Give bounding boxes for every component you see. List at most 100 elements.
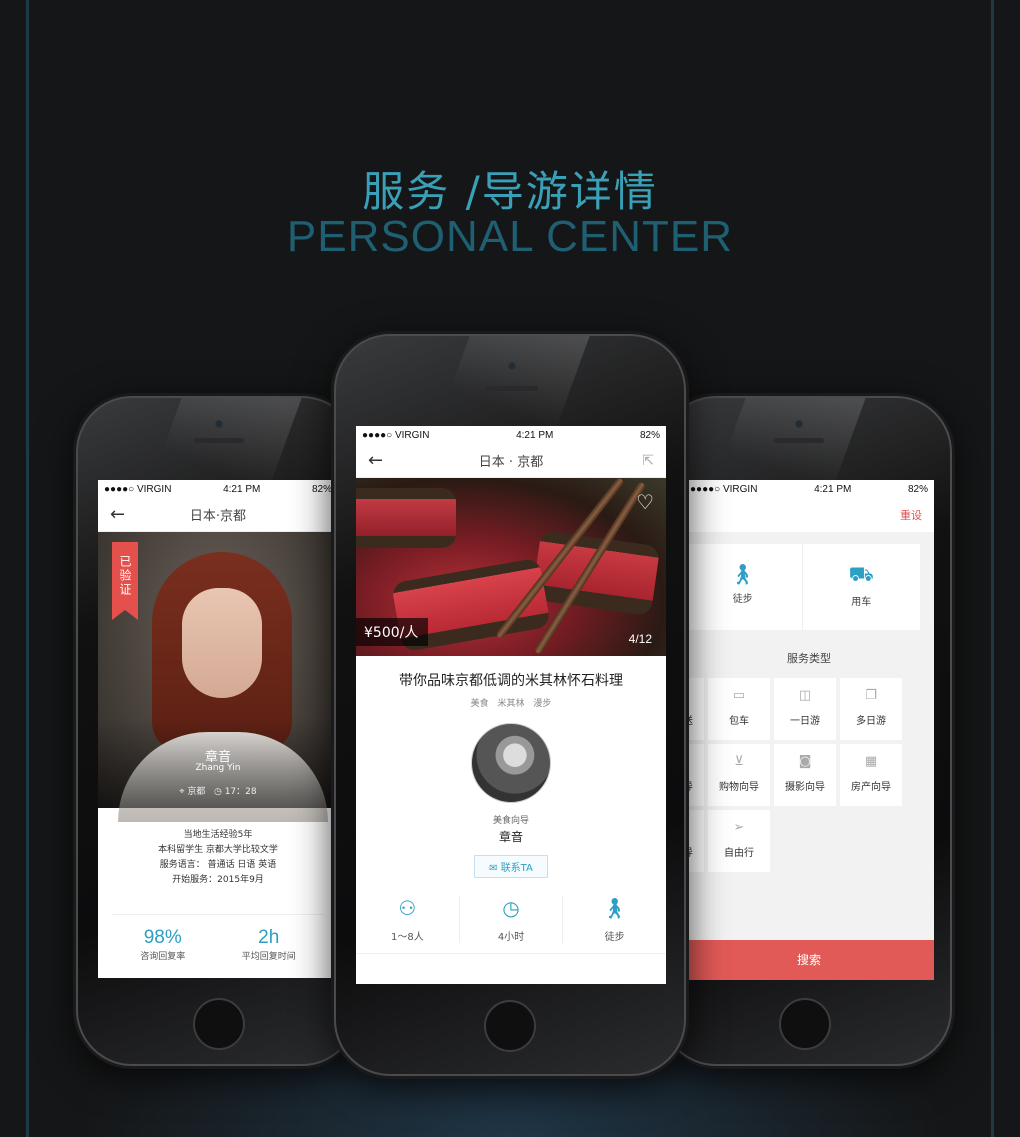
service-type-item[interactable]: ◙ 摄影向导 xyxy=(774,744,836,806)
people-icon: ⚇ xyxy=(398,896,417,920)
page-subtitle: PERSONAL CENTER xyxy=(286,212,734,261)
status-bar: ●●●●○ VIRGIN 4:21 PM 82% xyxy=(684,480,934,498)
avatar[interactable] xyxy=(471,723,551,803)
guide-pinyin: Zhang Yin xyxy=(195,763,241,773)
battery: 82% xyxy=(907,483,928,495)
favorite-heart-icon[interactable]: ♡ xyxy=(636,490,654,514)
tag: 美食 xyxy=(470,699,489,709)
mode-walk[interactable]: 🚶︎ 徒步 xyxy=(684,544,803,630)
bio-line: 服务语言： 普通话 日语 英语 xyxy=(159,860,277,870)
guide-profile-screen: ●●●●○ VIRGIN 4:21 PM 82% ← 日本·京都 已验证 章音 … xyxy=(98,480,338,978)
camera-icon: ◙ xyxy=(798,754,812,769)
bio-line: 本科留学生 京都大学比较文学 xyxy=(158,845,278,855)
food-photo[interactable]: ♡ ¥500/人 4/12 xyxy=(356,478,666,656)
doc-icon: ❐ xyxy=(865,688,877,703)
service-type-item[interactable]: ✈机场接送 xyxy=(684,678,704,740)
phone-left: ●●●●○ VIRGIN 4:21 PM 82% ← 日本·京都 已验证 章音 … xyxy=(76,396,358,1066)
price-tag: ¥500/人 xyxy=(356,618,429,646)
status-bar: ●●●●○ VIRGIN 4:21 PM 82% xyxy=(356,426,666,444)
mode-car[interactable]: ⛟ 用车 xyxy=(803,544,921,630)
section-title: 服务类型 xyxy=(787,652,831,665)
guide-name: 章音 xyxy=(498,830,523,844)
verified-ribbon: 已验证 xyxy=(112,542,138,620)
page-title: 服务 /导游详情 xyxy=(362,167,658,216)
status-time: 4:21 PM xyxy=(223,483,261,495)
service-filter-screen: ●●●●○ VIRGIN 4:21 PM 82% 重设 🚶︎ 徒步 ⛟ 用车 服… xyxy=(684,480,934,980)
carrier: ●●●●○ VIRGIN xyxy=(690,483,758,495)
fact-group-size: ⚇ 1～8人 xyxy=(356,896,460,943)
eye-icon: ◉ xyxy=(684,820,704,838)
service-type-item[interactable]: ▦ 房产向导 xyxy=(840,744,902,806)
mail-icon: ✉ xyxy=(489,863,498,874)
phone-middle: ●●●●○ VIRGIN 4:21 PM 82% ← 日本 · 京都 ⇱ ♡ ¥… xyxy=(334,334,686,1076)
building-icon: ▦ xyxy=(864,754,878,769)
service-type-item[interactable]: ⊻ 购物向导 xyxy=(708,744,770,806)
home-button[interactable] xyxy=(779,998,831,1050)
bio-line: 当地生活经验5年 xyxy=(183,830,253,840)
carrier: ●●●●○ VIRGIN xyxy=(362,429,430,441)
location-pin-icon: ⌖ xyxy=(179,787,185,797)
clock-icon: ◷ xyxy=(502,896,520,920)
speaker xyxy=(194,438,244,443)
contact-button[interactable]: ✉ 联系TA xyxy=(474,855,548,878)
status-time: 4:21 PM xyxy=(814,483,852,495)
service-type-item[interactable]: ◫ 一日游 xyxy=(774,678,836,740)
status-time: 4:21 PM xyxy=(516,429,554,441)
back-arrow-icon[interactable]: ← xyxy=(368,450,383,471)
back-arrow-icon[interactable]: ← xyxy=(110,504,125,525)
filter-topbar: 重设 xyxy=(684,498,934,532)
nav-title: 日本 · 京都 xyxy=(478,455,544,470)
plane-paper-icon: ➢ xyxy=(733,820,745,835)
fact-duration: ◷ 4小时 xyxy=(460,896,564,943)
service-title: 带你品味京都低调的米其林怀石料理 xyxy=(399,673,623,689)
stat-reply-rate: 98% 咨询回复率 xyxy=(140,927,186,962)
camera xyxy=(215,420,223,428)
carrier: ●●●●○ VIRGIN xyxy=(104,483,172,495)
service-type-item[interactable]: ⌓美食向导 xyxy=(684,744,704,806)
tag: 漫步 xyxy=(533,699,552,709)
battery: 82% xyxy=(311,483,332,495)
guide-local-time: 17：28 xyxy=(224,787,257,797)
service-type-grid: ✈机场接送 ▭包车 ◫一日游 ❐多日游 ⌓美食向导 ⊻购物向导 ◙摄影向导 ▦房… xyxy=(684,678,934,872)
guide-role: 美食向导 xyxy=(492,816,529,826)
camera xyxy=(508,362,516,370)
bio-line: 开始服务：2015年9月 xyxy=(172,875,264,885)
service-facts: ⚇ 1～8人 ◷ 4小时 🚶︎ 徒步 xyxy=(356,896,666,954)
bag-icon: ◫ xyxy=(798,688,812,703)
walk-icon: 🚶︎ xyxy=(730,562,756,586)
service-type-item[interactable]: ▭ 包车 xyxy=(708,678,770,740)
tag: 米其林 xyxy=(497,699,525,709)
photo-counter: 4/12 xyxy=(628,632,652,646)
reply-stats: 98% 咨询回复率 2h 平均回复时间 xyxy=(112,914,324,962)
guide-location: 京都 xyxy=(187,787,206,797)
fact-mode: 🚶︎ 徒步 xyxy=(563,896,666,943)
nav-title: 日本·京都 xyxy=(189,509,247,524)
nav-bar: ← 日本 · 京都 ⇱ xyxy=(356,444,666,478)
service-type-item[interactable]: ❐ 多日游 xyxy=(840,678,902,740)
stat-reply-time: 2h 平均回复时间 xyxy=(241,927,296,962)
status-bar: ●●●●○ VIRGIN 4:21 PM 82% xyxy=(98,480,338,498)
guide-photo: 已验证 章音 Zhang Yin ⌖ 京都 ◷ 17：28 xyxy=(98,532,338,822)
speaker xyxy=(486,386,538,391)
dish-icon: ⌓ xyxy=(684,754,704,772)
plane-icon: ✈ xyxy=(684,688,704,706)
nav-bar: ← 日本·京都 xyxy=(98,498,338,532)
service-type-item[interactable]: ➢ 自由行 xyxy=(708,810,770,872)
guide-meta: ⌖ 京都 ◷ 17：28 xyxy=(98,784,338,797)
service-detail-screen: ●●●●○ VIRGIN 4:21 PM 82% ← 日本 · 京都 ⇱ ♡ ¥… xyxy=(356,426,666,984)
cart-icon: ⊻ xyxy=(734,754,744,769)
speaker xyxy=(774,438,824,443)
battery: 82% xyxy=(639,429,660,441)
service-tags: 美食 米其林 漫步 xyxy=(356,696,666,709)
car-icon: ⛟ xyxy=(848,562,874,586)
search-button[interactable]: 搜索 xyxy=(684,940,934,980)
home-button[interactable] xyxy=(193,998,245,1050)
travel-mode-selector: 🚶︎ 徒步 ⛟ 用车 xyxy=(684,544,920,630)
share-icon[interactable]: ⇱ xyxy=(642,453,654,469)
bus-icon: ▭ xyxy=(732,688,746,703)
camera xyxy=(795,420,803,428)
service-type-item[interactable]: ◉探访向导 xyxy=(684,810,704,872)
home-button[interactable] xyxy=(484,1000,536,1052)
reset-button[interactable]: 重设 xyxy=(900,507,922,523)
clock-icon: ◷ xyxy=(213,787,222,797)
